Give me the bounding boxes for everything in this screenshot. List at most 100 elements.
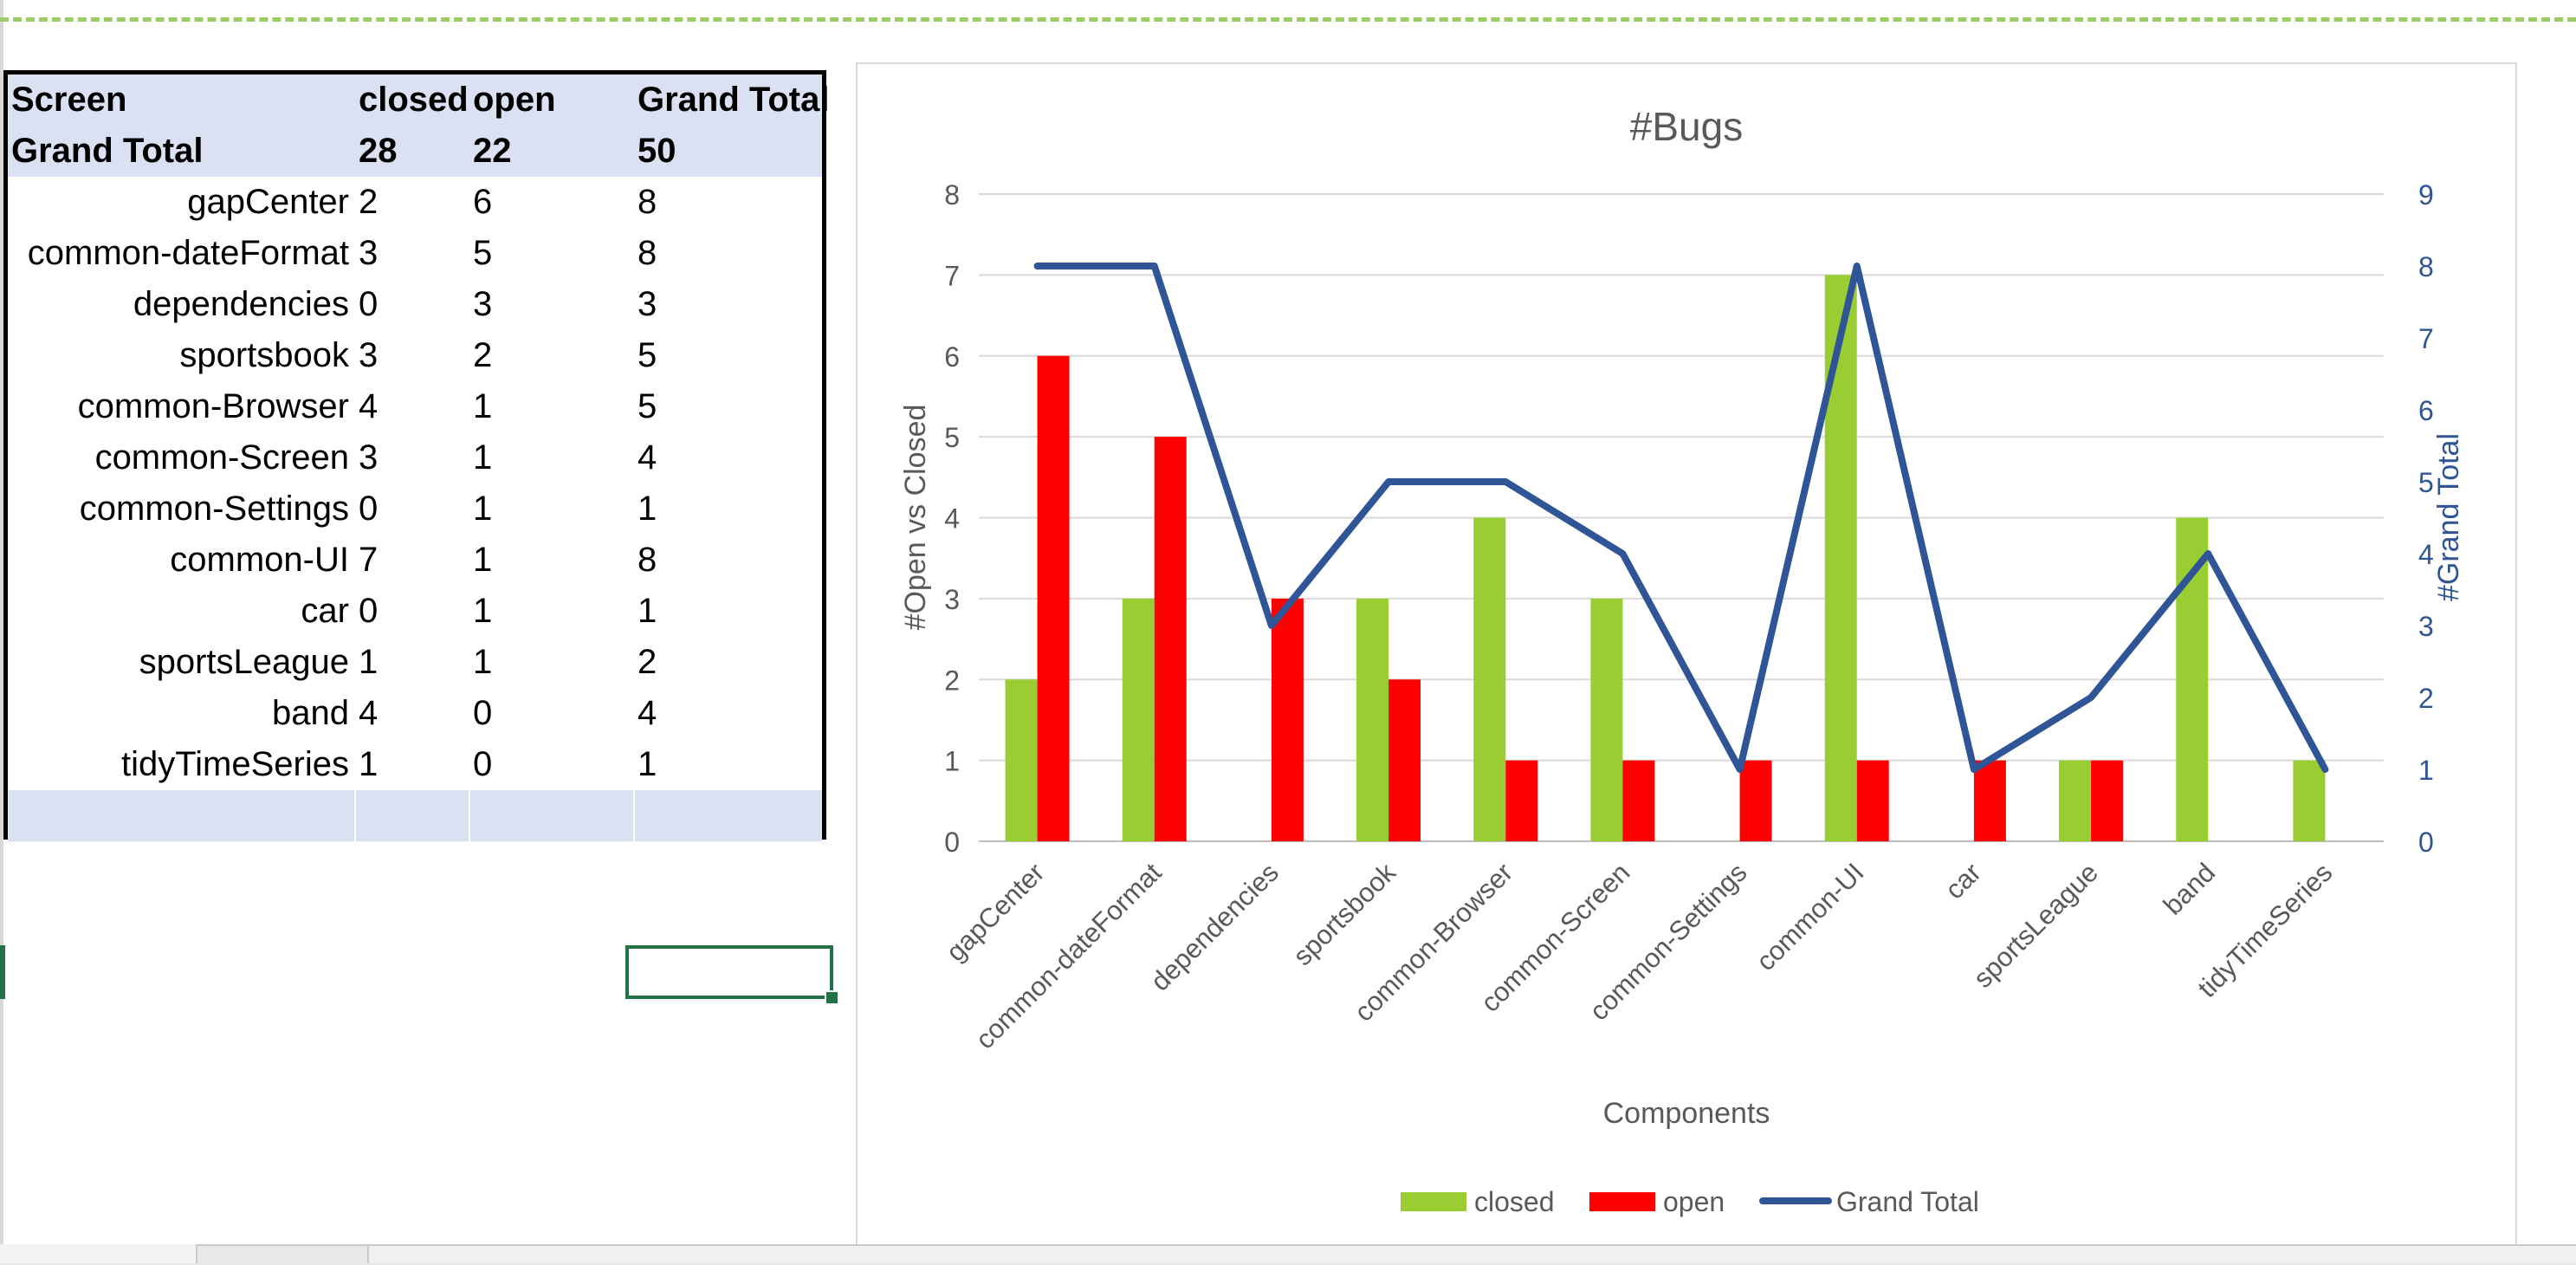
pivot-header-row: Screen closed open Grand Total (8, 75, 829, 126)
bar-open (1154, 437, 1187, 841)
x-tick-label: car (1939, 857, 1987, 905)
pivot-cell-screen[interactable]: common-dateFormat (11, 228, 349, 279)
bar-closed (2059, 760, 2092, 841)
pivot-cell-open[interactable]: 0 (473, 739, 629, 790)
pivot-total-open[interactable]: 22 (473, 126, 629, 177)
pivot-cell-screen[interactable]: car (11, 586, 349, 637)
pivot-cell-open[interactable]: 1 (473, 535, 629, 586)
pivot-cell-open[interactable]: 6 (473, 177, 629, 228)
pivot-row: common-Browser 4 1 5 (8, 381, 822, 432)
y-tick-label: 6 (944, 341, 960, 373)
pivot-cell-grand-total[interactable]: 3 (638, 279, 819, 330)
pivot-cell-screen[interactable]: band (11, 688, 349, 739)
chart-area[interactable]: 0 1 2 3 4 5 6 7 8 0 1 2 3 4 5 6 7 8 9 gapCenter common-dateF… (856, 62, 2517, 1263)
bar-closed (1122, 598, 1155, 841)
y-axis-title: #Open vs Closed (899, 405, 932, 631)
pivot-row: sportsbook 3 2 5 (8, 330, 822, 381)
pivot-cell-screen[interactable]: common-Screen (11, 432, 349, 483)
y2-tick-label: 7 (2418, 323, 2434, 354)
pivot-cell-open[interactable]: 5 (473, 228, 629, 279)
pivot-cell-screen[interactable]: dependencies (11, 279, 349, 330)
pivot-header-closed[interactable]: closed (359, 75, 469, 126)
pivot-cell-grand-total[interactable]: 5 (638, 330, 819, 381)
pivot-cell-closed[interactable]: 0 (359, 279, 463, 330)
x-tick-label: sportsLeague (1967, 857, 2104, 994)
bar-closed (2176, 517, 2209, 841)
pivot-cell-grand-total[interactable]: 8 (638, 535, 819, 586)
pivot-row: common-Screen 3 1 4 (8, 432, 822, 483)
pivot-cell-grand-total[interactable]: 1 (638, 483, 819, 535)
pivot-cell-screen[interactable]: common-UI (11, 535, 349, 586)
pivot-cell-screen[interactable]: sportsbook (11, 330, 349, 381)
pivot-cell-closed[interactable]: 2 (359, 177, 463, 228)
pivot-cell-closed[interactable]: 0 (359, 483, 463, 535)
pivot-cell-grand-total[interactable]: 2 (638, 637, 819, 688)
pivot-row: common-dateFormat 3 5 8 (8, 228, 822, 279)
pivot-cell-closed[interactable]: 4 (359, 381, 463, 432)
pivot-cell-open[interactable]: 3 (473, 279, 629, 330)
pivot-blank-row (8, 790, 822, 841)
pivot-cell-closed[interactable]: 3 (359, 228, 463, 279)
pivot-total-grand-total[interactable]: 50 (638, 126, 819, 177)
pivot-cell-closed[interactable]: 7 (359, 535, 463, 586)
bugs-chart[interactable]: 0123456780123456789gapCentercommon-dateF… (858, 64, 2515, 1262)
horizontal-scrollbar[interactable] (367, 1246, 2576, 1263)
pivot-row: dependencies 0 3 3 (8, 279, 822, 330)
pivot-cell-grand-total[interactable]: 1 (638, 586, 819, 637)
legend-swatch-closed (1401, 1192, 1466, 1211)
pivot-cell-open[interactable]: 2 (473, 330, 629, 381)
pivot-cell-screen[interactable]: gapCenter (11, 177, 349, 228)
fill-handle[interactable] (825, 990, 839, 1005)
y2-tick-label: 8 (2418, 251, 2434, 282)
pivot-cell-closed[interactable]: 1 (359, 739, 463, 790)
column-separator (633, 790, 635, 841)
pivot-cell-closed[interactable]: 3 (359, 330, 463, 381)
pivot-row: car 0 1 1 (8, 586, 822, 637)
bar-open (1622, 760, 1655, 841)
column-separator (354, 790, 356, 841)
active-row-marker (0, 945, 5, 999)
legend-label-closed: closed (1474, 1186, 1555, 1217)
column-separator (469, 790, 470, 841)
pivot-cell-screen[interactable]: sportsLeague (11, 637, 349, 688)
pivot-cell-closed[interactable]: 0 (359, 586, 463, 637)
y-tick-label: 8 (944, 179, 960, 211)
bar-open (1037, 355, 1070, 841)
pivot-cell-grand-total[interactable]: 8 (638, 228, 819, 279)
selected-cell[interactable] (625, 945, 833, 999)
pivot-cell-grand-total[interactable]: 8 (638, 177, 819, 228)
pivot-cell-grand-total[interactable]: 4 (638, 688, 819, 739)
pivot-cell-grand-total[interactable]: 5 (638, 381, 819, 432)
pivot-total-closed[interactable]: 28 (359, 126, 463, 177)
pivot-header-screen[interactable]: Screen (11, 75, 349, 126)
sheet-tab[interactable] (0, 1244, 197, 1263)
pivot-header-open[interactable]: open (473, 75, 629, 126)
pivot-total-label[interactable]: Grand Total (11, 126, 349, 177)
y2-tick-label: 9 (2418, 179, 2434, 211)
pivot-cell-screen[interactable]: common-Settings (11, 483, 349, 535)
pivot-cell-screen[interactable]: tidyTimeSeries (11, 739, 349, 790)
bar-open (1271, 598, 1304, 841)
y-tick-label: 2 (944, 665, 960, 696)
pivot-cell-open[interactable]: 0 (473, 688, 629, 739)
pivot-header-grand-total[interactable]: Grand Total (638, 75, 829, 126)
pivot-cell-closed[interactable]: 1 (359, 637, 463, 688)
pivot-cell-grand-total[interactable]: 4 (638, 432, 819, 483)
y-tick-label: 5 (944, 422, 960, 453)
pivot-cell-open[interactable]: 1 (473, 637, 629, 688)
pivot-cell-closed[interactable]: 3 (359, 432, 463, 483)
x-axis-title: Components (1603, 1097, 1770, 1130)
pivot-cell-open[interactable]: 1 (473, 586, 629, 637)
x-tick-label: common-UI (1751, 857, 1870, 976)
pivot-cell-screen[interactable]: common-Browser (11, 381, 349, 432)
pivot-cell-open[interactable]: 1 (473, 432, 629, 483)
pivot-cell-open[interactable]: 1 (473, 381, 629, 432)
pivot-cell-open[interactable]: 1 (473, 483, 629, 535)
bar-closed (1590, 598, 1623, 841)
pivot-cell-grand-total[interactable]: 1 (638, 739, 819, 790)
pivot-cell-closed[interactable]: 4 (359, 688, 463, 739)
bar-open (1973, 760, 2006, 841)
bar-open (1856, 760, 1889, 841)
pivot-table[interactable]: Screen closed open Grand Total Grand Tot… (3, 70, 829, 841)
pivot-total-row: Grand Total 28 22 50 (8, 126, 822, 177)
